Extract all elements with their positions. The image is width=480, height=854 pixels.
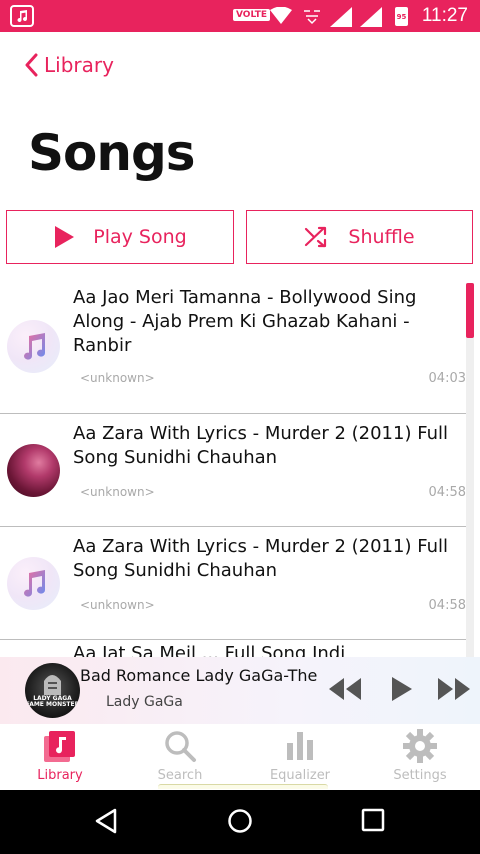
tab-search[interactable]: Search xyxy=(120,724,240,790)
song-row[interactable]: Aa Zara With Lyrics - Murder 2 (2011) Fu… xyxy=(0,527,466,640)
now-playing-artist: Lady GaGa xyxy=(106,694,183,710)
tab-indicator xyxy=(158,784,328,789)
song-artist: <unknown> xyxy=(80,598,155,612)
back-icon[interactable] xyxy=(94,808,118,834)
song-duration: 04:58 xyxy=(428,598,466,613)
gear-icon xyxy=(403,729,437,763)
cover-text: LADY GAGA FAME MONSTER xyxy=(25,695,80,708)
back-to-library-button[interactable]: Library xyxy=(24,50,114,80)
song-title: Aa Zara With Lyrics - Murder 2 (2011) Fu… xyxy=(73,423,448,468)
song-duration: 04:58 xyxy=(428,485,466,500)
data-icon xyxy=(304,10,320,25)
back-label: Library xyxy=(44,53,114,77)
music-note-icon xyxy=(7,320,60,373)
song-artist: <unknown> xyxy=(80,485,155,499)
signal-strength-icon xyxy=(330,7,352,27)
signal-strength-2-icon xyxy=(360,7,382,27)
now-playing-cover: LADY GAGA FAME MONSTER xyxy=(25,663,80,718)
play-icon[interactable] xyxy=(390,674,414,704)
tab-library[interactable]: Library xyxy=(0,724,120,790)
scrollbar-thumb[interactable] xyxy=(466,283,474,338)
home-icon[interactable] xyxy=(227,808,253,834)
shuffle-button[interactable]: Shuffle xyxy=(246,210,473,264)
tab-settings[interactable]: Settings xyxy=(360,724,480,790)
system-nav-bar xyxy=(0,790,480,854)
song-title: Aa Zara With Lyrics - Murder 2 (2011) Fu… xyxy=(73,536,448,581)
play-song-button[interactable]: Play Song xyxy=(6,210,234,264)
album-art-image xyxy=(7,444,60,497)
chevron-left-icon xyxy=(25,53,38,77)
tab-label: Settings xyxy=(393,768,447,783)
library-icon xyxy=(44,731,75,762)
volte-indicator: VOLTE xyxy=(233,9,270,21)
rewind-icon[interactable] xyxy=(327,674,363,704)
now-playing-title: Bad Romance Lady GaGa-The Fame xyxy=(80,666,320,685)
song-title: Aa Jao Meri Tamanna - Bollywood Sing Alo… xyxy=(73,287,417,356)
tab-equalizer[interactable]: Equalizer xyxy=(240,724,360,790)
song-artist: <unknown> xyxy=(80,371,155,385)
tab-label: Search xyxy=(157,768,203,783)
now-playing-bar[interactable]: LADY GAGA FAME MONSTER Bad Romance Lady … xyxy=(0,657,480,724)
recents-icon[interactable] xyxy=(361,808,385,832)
fast-forward-icon[interactable] xyxy=(436,674,472,704)
tab-label: Equalizer xyxy=(269,768,331,783)
bottom-tab-bar: Library Search Equalizer Settings xyxy=(0,724,480,790)
shuffle-icon xyxy=(305,226,327,248)
shuffle-label: Shuffle xyxy=(348,226,415,248)
music-app-icon xyxy=(10,5,34,27)
tab-label: Library xyxy=(37,768,83,783)
status-bar: VOLTE 95 11:27 xyxy=(0,0,480,32)
search-icon xyxy=(165,731,196,762)
song-row[interactable]: Aa Zara With Lyrics - Murder 2 (2011) Fu… xyxy=(0,414,466,527)
battery-icon: 95 xyxy=(395,7,408,26)
play-song-label: Play Song xyxy=(93,226,187,248)
song-row[interactable]: Aa Jao Meri Tamanna - Bollywood Sing Alo… xyxy=(0,278,466,414)
equalizer-icon xyxy=(287,732,313,760)
clock: 11:27 xyxy=(421,5,468,26)
wifi-icon xyxy=(270,7,292,24)
scrollbar-track[interactable] xyxy=(466,283,474,658)
song-duration: 04:03 xyxy=(428,371,466,386)
play-icon xyxy=(55,226,75,248)
song-list[interactable]: Aa Jao Meri Tamanna - Bollywood Sing Alo… xyxy=(0,278,480,658)
music-note-icon xyxy=(7,557,60,610)
page-title: Songs xyxy=(28,124,196,182)
